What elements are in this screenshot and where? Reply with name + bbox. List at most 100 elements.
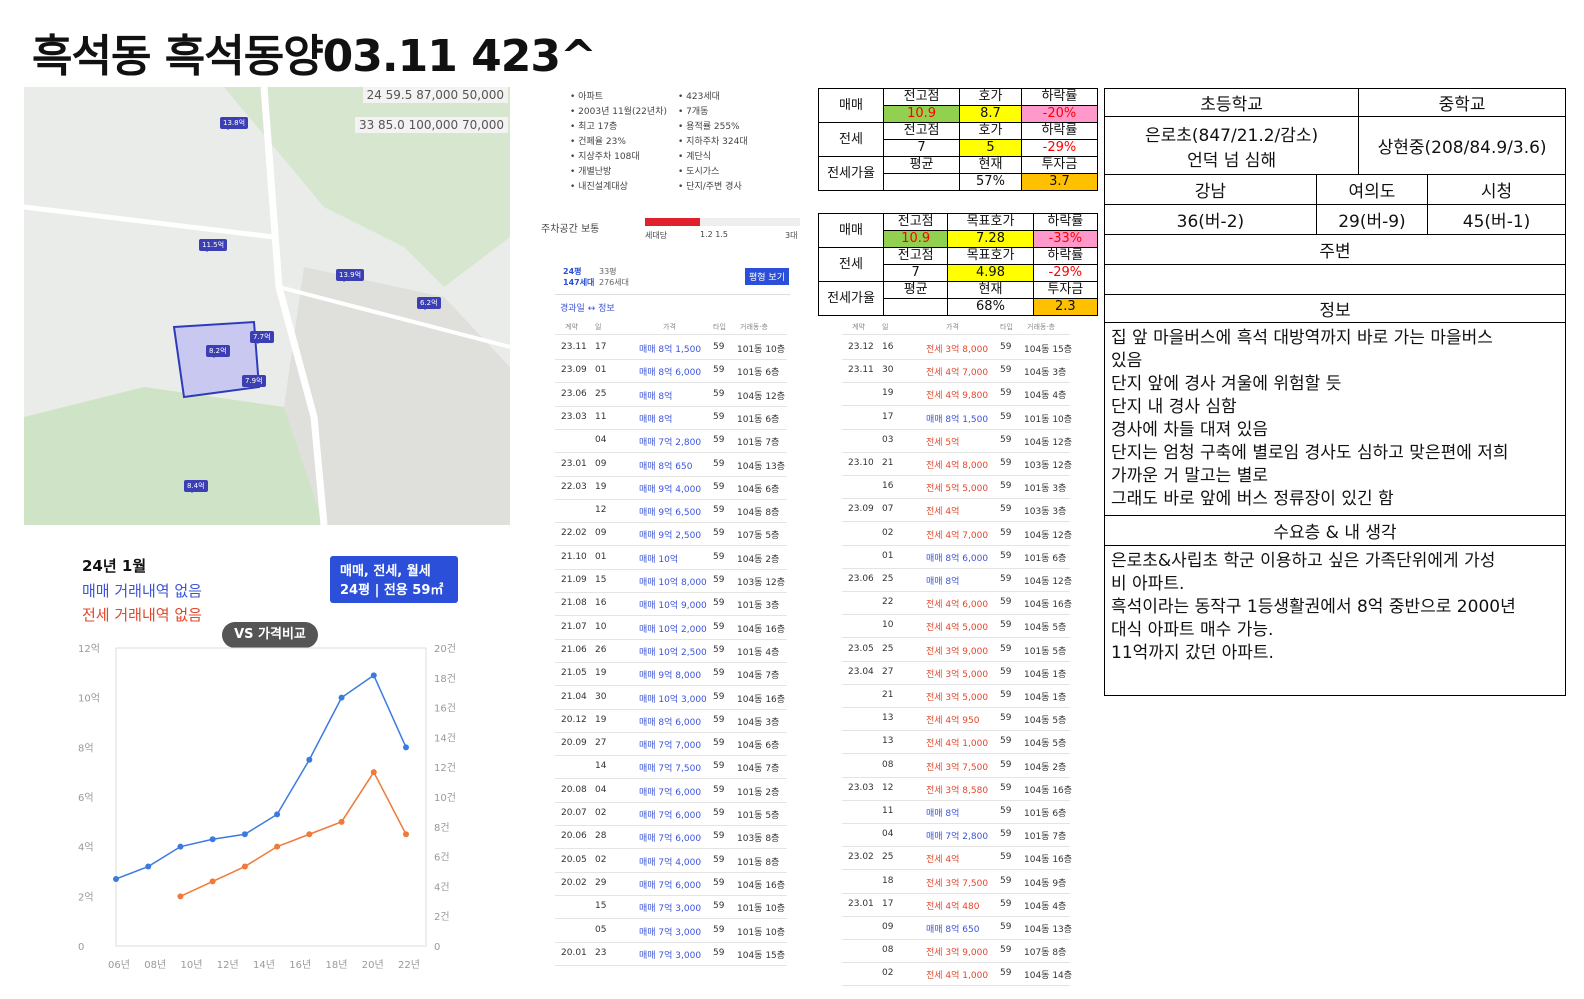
hdr-floor: 거래동·층 — [740, 323, 768, 331]
table-row[interactable]: 05 매매 7억 3,000 59 101동 10층 — [555, 919, 787, 943]
map-pin[interactable]: 7.9억 — [242, 375, 266, 388]
table-row[interactable]: 21 전세 3억 5,000 59 104동 1층 — [842, 684, 1070, 708]
txn-cell: 104동 5층 — [1024, 739, 1067, 750]
table-row[interactable]: 23.02 25 전세 4억 59 104동 16층 — [842, 846, 1072, 871]
table-row[interactable]: 10 전세 4억 5,000 59 104동 5층 — [842, 614, 1070, 639]
txn-cell: 59 — [1000, 922, 1012, 932]
table-row[interactable]: 23.12 16 전세 3억 8,000 59 104동 15층 — [842, 336, 1072, 360]
table-row[interactable]: 21.09 15 매매 10억 8,000 59 103동 12층 — [555, 569, 787, 593]
pt2-g2: 2.3 — [1032, 298, 1099, 316]
txn-header: 계약 일 가격 타입 거래동·층 — [555, 318, 787, 335]
note-line: 있음 — [1111, 351, 1143, 371]
txn-cell: 59 — [1000, 898, 1012, 909]
table-row[interactable]: 23.05 25 전세 3억 9,000 59 101동 5층 — [842, 638, 1070, 662]
txn-cell: 매매 8억 6,000 — [926, 553, 989, 564]
table-row[interactable]: 18 전세 3억 7,500 59 104동 9층 — [842, 870, 1070, 894]
history-toggle[interactable]: 경과일 ↔ 정보 — [560, 301, 615, 314]
table-row[interactable]: 02 전세 4억 7,000 59 104동 12층 — [842, 522, 1072, 546]
table-row[interactable]: 21.07 10 매매 10억 2,000 59 104동 16층 — [555, 616, 787, 640]
table-row[interactable]: 08 전세 3억 9,000 59 107동 8층 — [842, 939, 1070, 964]
txn-cell: 21.07 — [561, 621, 587, 632]
trade-filter-button[interactable]: 매매, 전세, 월세 24평 | 전용 59㎡ — [330, 556, 458, 603]
txn-cell: 21 — [882, 458, 894, 468]
table-row[interactable]: 22 전세 4억 6,000 59 104동 16층 — [842, 591, 1072, 616]
map-pin[interactable]: 11.5억 — [199, 239, 228, 252]
map-pin[interactable]: 8.2억 — [206, 345, 230, 358]
table-row[interactable]: 23.11 30 전세 4억 7,000 59 104동 3층 — [842, 359, 1070, 384]
table-row[interactable]: 19 전세 4억 9,800 59 104동 4층 — [842, 382, 1070, 407]
table-row[interactable]: 23.03 11 매매 8억 59 101동 6층 — [555, 406, 787, 430]
map-pin[interactable]: 13.8억 — [220, 117, 249, 130]
table-row[interactable]: 20.01 23 매매 7억 3,000 59 104동 15층 — [555, 942, 787, 966]
table-row[interactable]: 23.01 09 매매 8억 650 59 104동 13층 — [555, 453, 787, 477]
txn-cell: 19 — [595, 668, 607, 679]
table-row[interactable]: 23.01 17 전세 4억 480 59 104동 4층 — [842, 893, 1070, 917]
table-row[interactable]: 23.11 17 매매 8억 1,500 59 101동 10층 — [555, 336, 787, 360]
txn-cell: 18 — [882, 875, 894, 886]
table-row[interactable]: 20.08 04 매매 7억 6,000 59 101동 2층 — [555, 779, 787, 803]
txn-cell: 104동 13층 — [737, 461, 786, 472]
table-row[interactable]: 20.02 29 매매 7억 6,000 59 104동 16층 — [555, 872, 787, 896]
txn-cell: 매매 10억 9,000 — [639, 601, 707, 612]
txn-cell: 104동 6층 — [737, 741, 780, 752]
parking-bar — [645, 218, 800, 226]
table-row[interactable]: 03 전세 5억 59 104동 12층 — [842, 429, 1072, 453]
table-row[interactable]: 21.05 19 매매 9억 8,000 59 104동 7층 — [555, 662, 787, 687]
table-row[interactable]: 04 매매 7억 2,800 59 101동 7층 — [555, 429, 787, 454]
txn-cell: 04 — [595, 435, 607, 446]
txn-cell: 104동 3층 — [1024, 368, 1067, 379]
page-title: 흑석동 흑석동양03.11 423^ — [32, 31, 597, 82]
table-row[interactable]: 09 매매 8억 650 59 104동 13층 — [842, 916, 1072, 940]
table-row[interactable]: 21.10 01 매매 10억 59 104동 2층 — [555, 546, 787, 570]
table-row[interactable]: 01 매매 8억 6,000 59 101동 6층 — [842, 545, 1070, 569]
table-row[interactable]: 23.09 07 전세 4억 59 103동 3층 — [842, 498, 1070, 523]
table-row[interactable]: 22.03 19 매매 9억 4,000 59 104동 6층 — [555, 476, 787, 500]
table-row[interactable]: 15 매매 7억 3,000 59 101동 10층 — [555, 895, 787, 920]
txn-cell: 107동 5층 — [737, 531, 780, 542]
table-row[interactable]: 13 전세 4억 1,000 59 104동 5층 — [842, 730, 1070, 755]
pt1-r1: 7 — [882, 139, 961, 157]
series-line — [115, 674, 407, 880]
table-row[interactable]: 23.03 12 전세 3억 8,580 59 104동 16층 — [842, 777, 1072, 801]
table-row[interactable]: 11 매매 8억 59 101동 6층 — [842, 800, 1070, 824]
table-row[interactable]: 16 전세 5억 5,000 59 101동 3층 — [842, 475, 1070, 500]
tab-33[interactable]: 33평 276세대 — [599, 266, 629, 288]
table-row[interactable]: 20.05 02 매매 7억 4,000 59 101동 8층 — [555, 849, 787, 873]
table-row[interactable]: 17 매매 8억 1,500 59 101동 10층 — [842, 406, 1072, 430]
table-row[interactable]: 23.10 21 전세 4억 8,000 59 103동 12층 — [842, 452, 1072, 476]
txn-cell: 08 — [882, 759, 894, 770]
y2-tick-label: 20건 — [434, 643, 456, 655]
table-row[interactable]: 20.09 27 매매 7억 7,000 59 104동 6층 — [555, 732, 787, 757]
table-row[interactable]: 22.02 09 매매 9억 2,500 59 107동 5층 — [555, 522, 787, 547]
table-row[interactable]: 12 매매 9억 6,500 59 104동 8층 — [555, 499, 787, 524]
table-row[interactable]: 21.08 16 매매 10억 9,000 59 101동 3층 — [555, 592, 787, 617]
map-view[interactable]: 24 59.5 87,000 50,000 33 85.0 100,000 70… — [24, 87, 510, 525]
type-view-button[interactable]: 평형 보기 — [745, 268, 789, 285]
txn-cell: 16 — [595, 598, 607, 609]
txn-cell: 59 — [713, 458, 725, 469]
txn-cell: 104동 6층 — [737, 484, 780, 495]
table-row[interactable]: 21.06 26 매매 10억 2,500 59 101동 4층 — [555, 639, 787, 663]
table-row[interactable]: 20.07 02 매매 7억 6,000 59 101동 5층 — [555, 802, 787, 826]
table-row[interactable]: 21.04 30 매매 10억 3,000 59 104동 16층 — [555, 686, 787, 710]
table-row[interactable]: 23.04 27 전세 3억 5,000 59 104동 1층 — [842, 661, 1070, 685]
table-row[interactable]: 23.09 01 매매 8억 6,000 59 101동 6층 — [555, 359, 787, 384]
map-pin[interactable]: 8.4억 — [184, 480, 208, 493]
txn-cell: 59 — [1000, 713, 1012, 724]
pt1-b2: 8.7 — [959, 105, 1022, 123]
surround-header: 주변 — [1104, 234, 1566, 265]
tab-24[interactable]: 24평 147세대 — [563, 266, 594, 288]
table-row[interactable]: 23.06 25 매매 8억 59 104동 12층 — [555, 383, 787, 407]
table-row[interactable]: 14 매매 7억 7,500 59 104동 7층 — [555, 755, 787, 780]
table-row[interactable]: 04 매매 7억 2,800 59 101동 7층 — [842, 823, 1070, 848]
table-row[interactable]: 23.06 25 매매 8억 59 104동 12층 — [842, 568, 1072, 592]
table-row[interactable]: 08 전세 3억 7,500 59 104동 2층 — [842, 754, 1070, 778]
map-pin[interactable]: 7.7억 — [250, 331, 274, 344]
table-row[interactable]: 02 전세 4억 1,000 59 104동 14층 — [842, 962, 1072, 987]
map-pin[interactable]: 13.9억 — [336, 269, 365, 282]
table-row[interactable]: 20.06 28 매매 7억 6,000 59 103동 8층 — [555, 825, 787, 850]
table-row[interactable]: 13 전세 4억 950 59 104동 5층 — [842, 707, 1070, 732]
map-pin[interactable]: 6.2억 — [417, 297, 441, 310]
info-item: • 용적률 255% — [678, 122, 740, 132]
table-row[interactable]: 20.12 19 매매 8억 6,000 59 104동 3층 — [555, 709, 787, 733]
